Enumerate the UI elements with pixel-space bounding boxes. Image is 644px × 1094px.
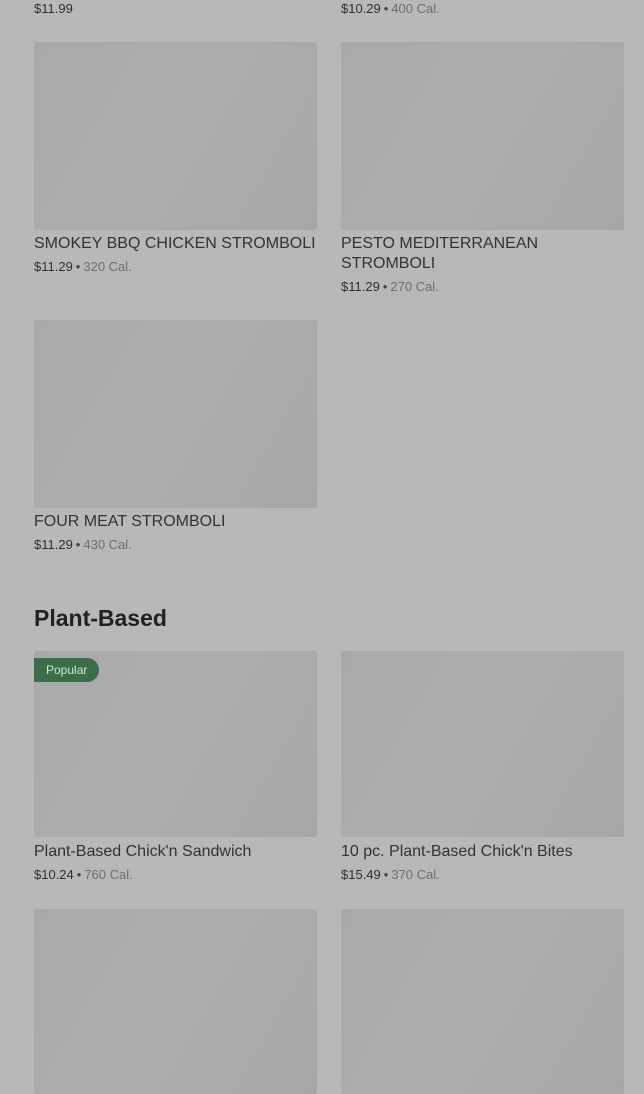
menu-item-title[interactable]: PESTO MEDITERRANEAN STROMBOLI xyxy=(341,234,624,274)
popular-badge: Popular xyxy=(34,658,100,682)
menu-item-price: $11.99 xyxy=(34,1,73,16)
menu-item-title[interactable]: FOUR MEAT STROMBOLI xyxy=(34,512,317,532)
section-title: Plant-Based xyxy=(34,605,167,631)
menu-item-price: $11.29 • 430 Cal. xyxy=(34,537,132,552)
menu-item-price: $10.29 • 400 Cal. xyxy=(341,1,440,16)
menu-item-price: $10.24 • 760 Cal. xyxy=(34,867,133,882)
menu-item-title[interactable]: 10 pc. Plant-Based Chick'n Bites xyxy=(341,842,624,862)
menu-item-image[interactable] xyxy=(341,42,624,230)
menu-item-price: $15.49 • 370 Cal. xyxy=(341,867,440,882)
menu-item-image[interactable] xyxy=(34,42,317,230)
menu-item-title[interactable]: SMOKEY BBQ CHICKEN STROMBOLI xyxy=(34,234,317,254)
menu-item-image[interactable] xyxy=(341,651,624,837)
menu-item-image[interactable] xyxy=(341,909,624,1094)
menu-item-price: $11.29 • 320 Cal. xyxy=(34,259,132,274)
menu-item-title[interactable]: Plant-Based Chick'n Sandwich xyxy=(34,842,317,862)
menu-item-image[interactable] xyxy=(34,909,317,1094)
menu-item-image[interactable] xyxy=(34,320,317,508)
menu-item-price: $11.29 • 270 Cal. xyxy=(341,279,439,294)
